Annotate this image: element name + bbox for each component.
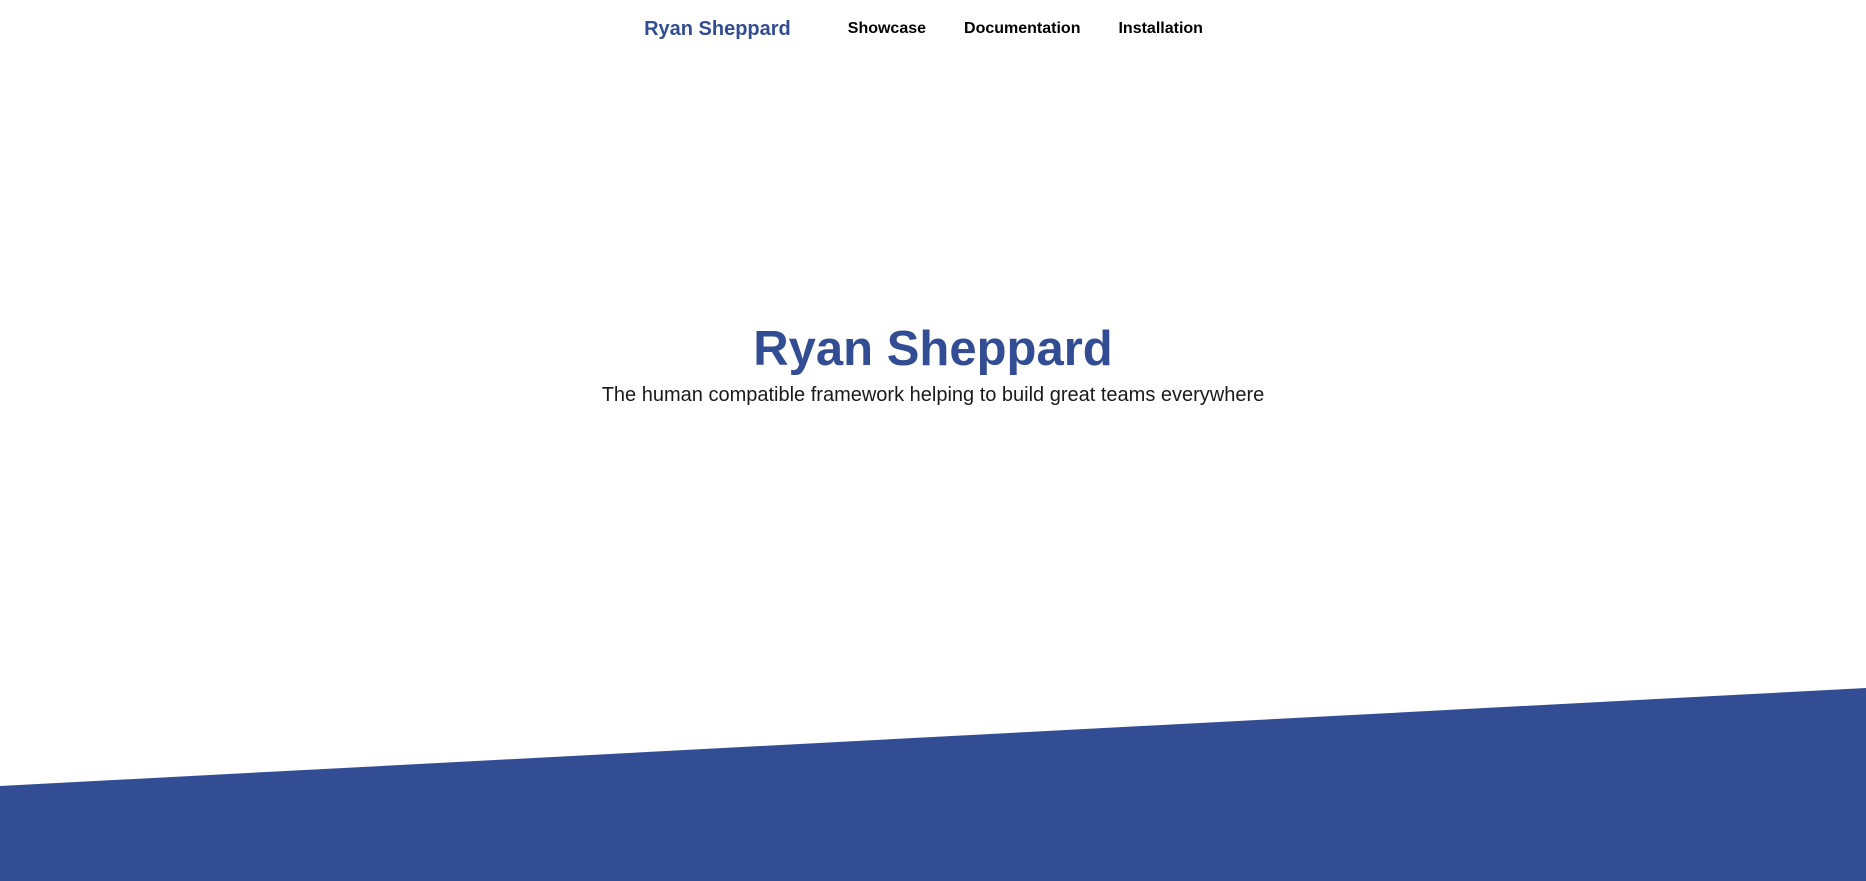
top-navigation: Ryan Sheppard Showcase Documentation Ins…	[0, 0, 1866, 58]
nav-link-documentation[interactable]: Documentation	[964, 20, 1080, 38]
hero-tagline: The human compatible framework helping t…	[601, 384, 1265, 406]
page: Ryan Sheppard Showcase Documentation Ins…	[0, 0, 1866, 881]
nav-link-installation[interactable]: Installation	[1118, 20, 1202, 38]
slanted-footer-band	[0, 688, 1866, 881]
hero-title: Ryan Sheppard	[753, 322, 1113, 376]
hero-section: Ryan Sheppard The human compatible frame…	[0, 318, 1866, 408]
nav-link-showcase[interactable]: Showcase	[848, 20, 926, 38]
brand-link[interactable]: Ryan Sheppard	[644, 18, 791, 41]
